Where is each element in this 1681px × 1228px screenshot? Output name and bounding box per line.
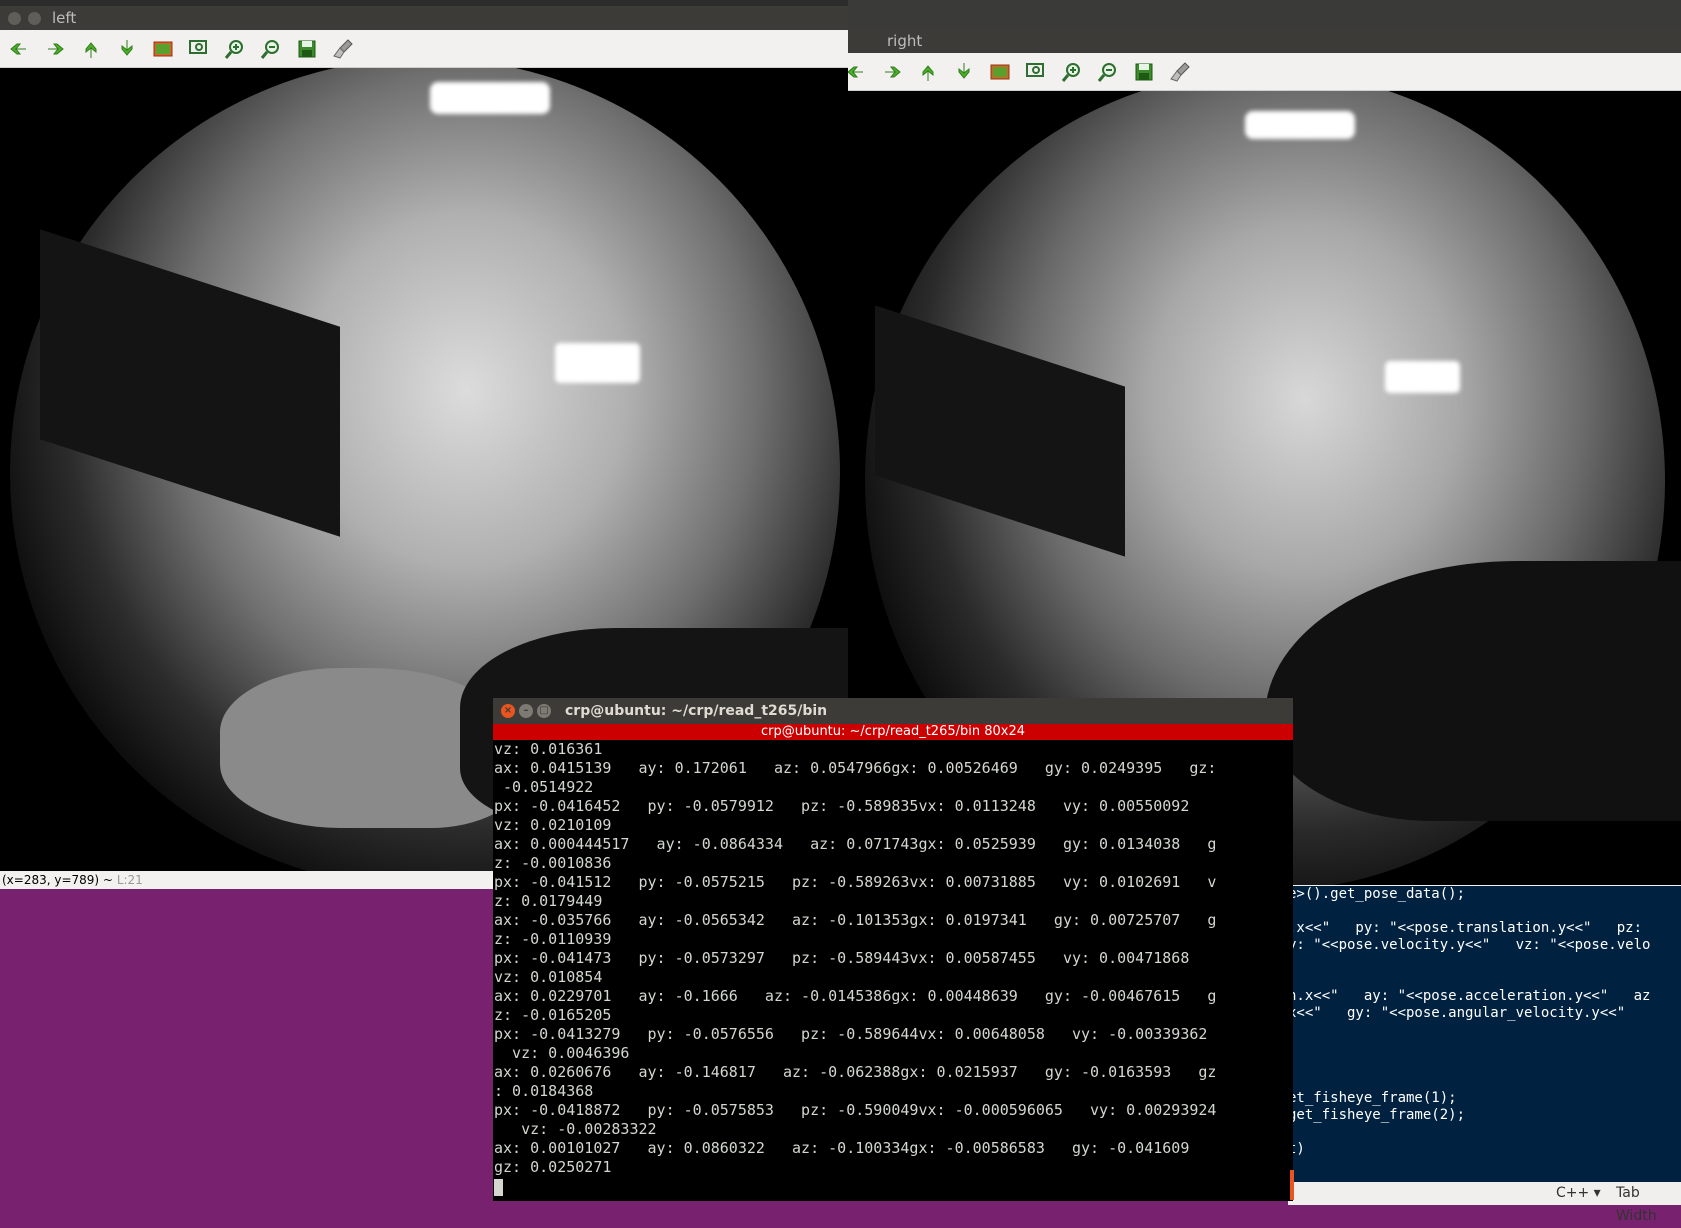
terminal-line: px: -0.041473 py: -0.0573297 pz: -0.5894… bbox=[494, 949, 1190, 967]
terminal-line: : 0.0184368 bbox=[494, 1082, 594, 1100]
terminal-line: ax: 0.0229701 ay: -0.1666 az: -0.0145386… bbox=[494, 987, 1217, 1005]
minimize-icon[interactable]: – bbox=[519, 704, 533, 718]
terminal-tab[interactable]: crp@ubuntu: ~/crp/read_t265/bin 80x24 bbox=[493, 724, 1293, 740]
close-icon[interactable] bbox=[8, 12, 21, 25]
terminal-window[interactable]: × – □ crp@ubuntu: ~/crp/read_t265/bin cr… bbox=[493, 698, 1293, 1201]
ceiling-light bbox=[1245, 111, 1355, 139]
terminal-output[interactable]: vz: 0.016361 ax: 0.0415139 ay: 0.172061 … bbox=[493, 740, 1293, 1201]
minimize-icon[interactable] bbox=[28, 12, 41, 25]
terminal-line: ax: -0.035766 ay: -0.0565342 az: -0.1013… bbox=[494, 911, 1217, 929]
zoom-out-icon[interactable] bbox=[1097, 61, 1119, 83]
brush-icon[interactable] bbox=[332, 38, 354, 60]
arrow-up-icon[interactable] bbox=[917, 61, 939, 83]
terminal-line: -0.0514922 bbox=[494, 778, 594, 796]
right-window-titlebar[interactable]: right bbox=[845, 29, 1681, 53]
brush-icon[interactable] bbox=[1169, 61, 1191, 83]
cursor-coordinates: (x=283, y=789) ~ bbox=[2, 873, 113, 887]
code-line: x<<" gy: "<<pose.angular_velocity.y<<" bbox=[1288, 1005, 1626, 1021]
arrow-up-icon[interactable] bbox=[80, 38, 102, 60]
terminal-line: z: -0.0165205 bbox=[494, 1006, 612, 1024]
terminal-line: z: 0.0179449 bbox=[494, 892, 603, 910]
save-icon[interactable] bbox=[296, 38, 318, 60]
terminal-line: vz: 0.0046396 bbox=[494, 1044, 630, 1062]
terminal-line: ax: 0.00101027 ay: 0.0860322 az: -0.1003… bbox=[494, 1139, 1190, 1157]
ceiling-light bbox=[1385, 361, 1460, 393]
zoom-fit-icon[interactable] bbox=[1025, 61, 1047, 83]
terminal-tab-label: crp@ubuntu: ~/crp/read_t265/bin 80x24 bbox=[760, 724, 1026, 739]
code-line: e>().get_pose_data(); bbox=[1288, 886, 1466, 902]
terminal-line: z: -0.0010836 bbox=[494, 854, 612, 872]
terminal-line: ax: 0.0415139 ay: 0.172061 az: 0.0547966… bbox=[494, 759, 1217, 777]
terminal-line: px: -0.0416452 py: -0.0579912 pz: -0.589… bbox=[494, 797, 1190, 815]
background-editor-titlebar bbox=[848, 0, 1681, 32]
tab-width-selector[interactable]: Tab Width bbox=[1616, 1182, 1681, 1228]
code-line: .x<<" py: "<<pose.translation.y<<" pz: bbox=[1288, 920, 1643, 936]
image-icon[interactable] bbox=[152, 38, 174, 60]
zoom-fit-icon[interactable] bbox=[188, 38, 210, 60]
terminal-line: vz: 0.010854 bbox=[494, 968, 603, 986]
terminal-line: vz: 0.0210109 bbox=[494, 816, 612, 834]
code-line: get_fisheye_frame(2); bbox=[1288, 1107, 1466, 1123]
terminal-cursor bbox=[494, 1179, 503, 1196]
terminal-line: px: -0.0413279 py: -0.0576556 pz: -0.589… bbox=[494, 1025, 1208, 1043]
level-readout: L:21 bbox=[116, 873, 143, 887]
terminal-line: px: -0.0418872 py: -0.0575853 pz: -0.590… bbox=[494, 1101, 1217, 1119]
window-title: left bbox=[52, 9, 77, 27]
left-window-titlebar[interactable]: left bbox=[0, 6, 848, 30]
terminal-scroll-marker bbox=[1290, 1170, 1294, 1200]
window-title: right bbox=[887, 32, 923, 50]
left-window-toolbar bbox=[0, 30, 848, 68]
terminal-line: vz: -0.00283322 bbox=[494, 1120, 657, 1138]
ceiling-light bbox=[430, 82, 550, 114]
terminal-line: z: -0.0110939 bbox=[494, 930, 612, 948]
code-editor[interactable]: e>().get_pose_data(); .x<<" py: "<<pose.… bbox=[1288, 886, 1681, 1186]
terminal-titlebar[interactable]: × – □ crp@ubuntu: ~/crp/read_t265/bin bbox=[493, 698, 1293, 724]
terminal-line: ax: 0.0260676 ay: -0.146817 az: -0.06238… bbox=[494, 1063, 1217, 1081]
code-line: y: "<<pose.velocity.y<<" vz: "<<pose.vel… bbox=[1288, 937, 1651, 953]
ceiling-light bbox=[555, 343, 640, 383]
code-line: n.x<<" ay: "<<pose.acceleration.y<<" az bbox=[1288, 988, 1651, 1004]
arrow-left-icon[interactable] bbox=[8, 38, 30, 60]
save-icon[interactable] bbox=[1133, 61, 1155, 83]
image-icon[interactable] bbox=[989, 61, 1011, 83]
zoom-out-icon[interactable] bbox=[260, 38, 282, 60]
terminal-line: px: -0.041512 py: -0.0575215 pz: -0.5892… bbox=[494, 873, 1217, 891]
arrow-down-icon[interactable] bbox=[116, 38, 138, 60]
arrow-left-icon[interactable] bbox=[845, 61, 867, 83]
arrow-right-icon[interactable] bbox=[881, 61, 903, 83]
arrow-down-icon[interactable] bbox=[953, 61, 975, 83]
terminal-title: crp@ubuntu: ~/crp/read_t265/bin bbox=[565, 703, 828, 719]
code-line: et_fisheye_frame(1); bbox=[1288, 1090, 1457, 1106]
close-icon[interactable]: × bbox=[501, 704, 515, 718]
editor-statusbar: C++ ▾ Tab Width bbox=[1288, 1182, 1681, 1224]
terminal-line: ax: 0.000444517 ay: -0.0864334 az: 0.071… bbox=[494, 835, 1217, 853]
right-window-toolbar bbox=[845, 53, 1681, 91]
language-selector[interactable]: C++ ▾ bbox=[1556, 1182, 1601, 1205]
maximize-icon[interactable]: □ bbox=[537, 704, 551, 718]
zoom-in-icon[interactable] bbox=[1061, 61, 1083, 83]
terminal-line: vz: 0.016361 bbox=[494, 740, 603, 758]
arrow-right-icon[interactable] bbox=[44, 38, 66, 60]
zoom-in-icon[interactable] bbox=[224, 38, 246, 60]
terminal-line: gz: 0.0250271 bbox=[494, 1158, 612, 1176]
